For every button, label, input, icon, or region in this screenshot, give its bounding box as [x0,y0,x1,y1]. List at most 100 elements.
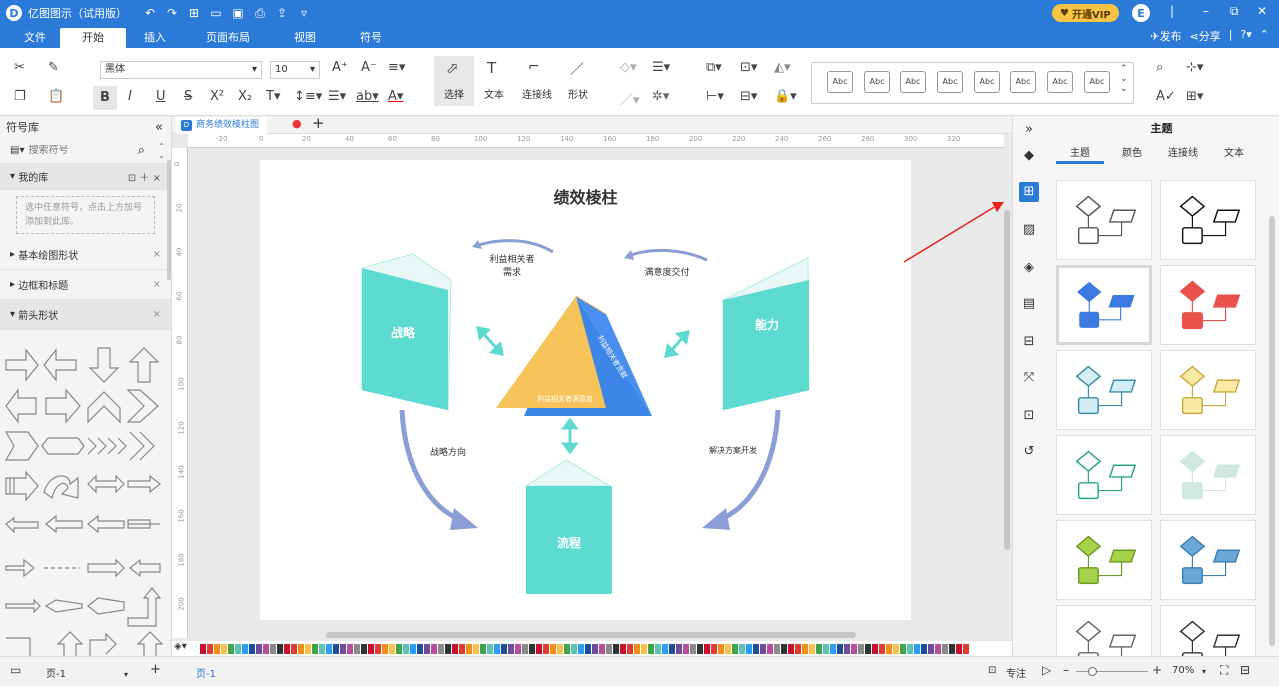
format-painter-icon[interactable]: ✎ [48,60,59,75]
focus-label[interactable]: 专注 [1006,665,1026,680]
process-label[interactable]: 流程 [544,534,594,551]
copy-icon[interactable]: ❐ [14,89,26,104]
color-swatch[interactable] [767,643,773,654]
cut-icon[interactable]: ✂ [14,60,25,75]
color-swatch[interactable] [732,643,738,654]
color-swatch[interactable] [543,643,549,654]
new-icon[interactable]: ⊞ [187,6,201,21]
color-swatch[interactable] [480,643,486,654]
color-swatch[interactable] [501,643,507,654]
subscript-icon[interactable]: X₂ [238,89,252,104]
solution-dev-label[interactable]: 解决方案开发 [698,445,768,456]
font-shrink-icon[interactable]: A⁻ [361,60,377,75]
theme-thumbnail[interactable] [1160,435,1256,515]
tab-connector[interactable]: 连接线 [1168,144,1198,159]
style-preset-2[interactable]: Abc [864,71,890,93]
bold-icon[interactable]: B [93,86,117,110]
zoom-slider-handle[interactable] [1088,667,1097,676]
color-swatch[interactable] [739,643,745,654]
color-swatch[interactable] [424,643,430,654]
connector-tool-icon[interactable]: ⌐ [528,59,540,75]
menu-symbol[interactable]: 符号 [338,28,404,48]
color-swatch[interactable] [704,643,710,654]
undo-icon[interactable]: ↶ [143,6,157,21]
presentation-icon[interactable]: ⊡ [1019,406,1039,426]
color-swatch[interactable] [746,643,752,654]
color-palette-bar[interactable]: ◈▾ [172,641,1012,656]
fill-icon[interactable]: ◆ [1019,146,1039,166]
color-swatch[interactable] [760,643,766,654]
line-tool-icon[interactable]: ／ [570,59,584,79]
arrange-front-icon[interactable]: ⧉▾ [706,60,722,75]
line-style-icon[interactable]: ☰▾ [652,60,670,75]
theme-thumbnail[interactable] [1056,180,1152,260]
color-swatch[interactable] [410,643,416,654]
color-swatch[interactable] [788,643,794,654]
color-swatch[interactable] [718,643,724,654]
connector-tool-label[interactable]: 连接线 [514,86,560,101]
vip-button[interactable]: ♥ 开通VIP [1052,4,1119,22]
font-name-select[interactable]: 黑体 ▾ [100,61,262,79]
triangle-bottom-label[interactable]: 利益相关者满意度 [520,394,610,404]
fit-icon[interactable]: ⤧ [1019,368,1039,388]
color-swatch[interactable] [277,643,283,654]
color-swatch[interactable] [627,643,633,654]
color-swatch[interactable] [333,643,339,654]
stakeholder-needs-label[interactable]: 利益相关者 需求 [480,254,544,280]
group-icon[interactable]: ⊡▾ [740,60,757,75]
image-icon[interactable]: ▨ [1019,220,1039,240]
color-swatch[interactable] [340,643,346,654]
menu-home[interactable]: 开始 [60,28,126,48]
color-swatch[interactable] [431,643,437,654]
color-swatch[interactable] [907,643,913,654]
symbol-search-input[interactable] [28,145,119,156]
color-swatch[interactable] [613,643,619,654]
page-view-icon[interactable]: ▭ [10,663,21,677]
color-swatch[interactable] [914,643,920,654]
color-swatch[interactable] [592,643,598,654]
color-swatch[interactable] [879,643,885,654]
color-swatch[interactable] [536,643,542,654]
color-swatch[interactable] [368,643,374,654]
close-icon[interactable]: × [153,279,161,290]
strategy-label[interactable]: 战略 [378,324,428,341]
text-tool-icon[interactable]: T [487,59,496,77]
color-swatch[interactable] [466,643,472,654]
diagram-title[interactable]: 绩效棱柱 [260,184,911,208]
theme-thumbnail[interactable] [1056,265,1152,345]
color-swatch[interactable] [844,643,850,654]
theme-thumbnail[interactable] [1160,350,1256,430]
arrow-shapes-gallery[interactable] [0,342,168,656]
tab-text[interactable]: 文本 [1224,144,1244,159]
more-icon[interactable]: ▿ [297,6,311,21]
close-icon[interactable]: × [153,249,161,260]
menu-insert[interactable]: 插入 [126,28,184,48]
minimize-icon[interactable]: – [1203,4,1209,18]
color-swatch[interactable] [585,643,591,654]
color-swatch[interactable] [851,643,857,654]
theme-thumbnail[interactable] [1160,520,1256,600]
color-swatch[interactable] [886,643,892,654]
zoom-slider[interactable] [1076,671,1148,672]
color-swatch[interactable] [816,643,822,654]
strategic-direction-label[interactable]: 战略方向 [420,445,476,458]
zoom-level[interactable]: 70% [1172,665,1194,676]
share-button[interactable]: ⋖分享 [1189,28,1220,44]
style-preset-1[interactable]: Abc [827,71,853,93]
page-tab[interactable]: 页-1 [196,665,216,680]
performance-prism-diagram[interactable] [260,160,911,620]
zoom-out-icon[interactable]: – [1063,663,1069,677]
color-swatch[interactable] [438,643,444,654]
italic-icon[interactable]: I [128,89,132,104]
color-swatch[interactable] [725,643,731,654]
color-swatch[interactable] [228,643,234,654]
page-icon[interactable]: ▤ [1019,294,1039,314]
color-swatch[interactable] [319,643,325,654]
underline-icon[interactable]: U [156,89,166,104]
fullscreen-icon[interactable]: ⊟ [1240,663,1250,677]
search-icon[interactable]: ⌕ [138,143,145,158]
spellcheck-icon[interactable]: A✓ [1156,89,1176,104]
play-icon[interactable]: ▷ [1042,663,1051,677]
color-swatch[interactable] [487,643,493,654]
theme-thumbnail[interactable] [1056,435,1152,515]
